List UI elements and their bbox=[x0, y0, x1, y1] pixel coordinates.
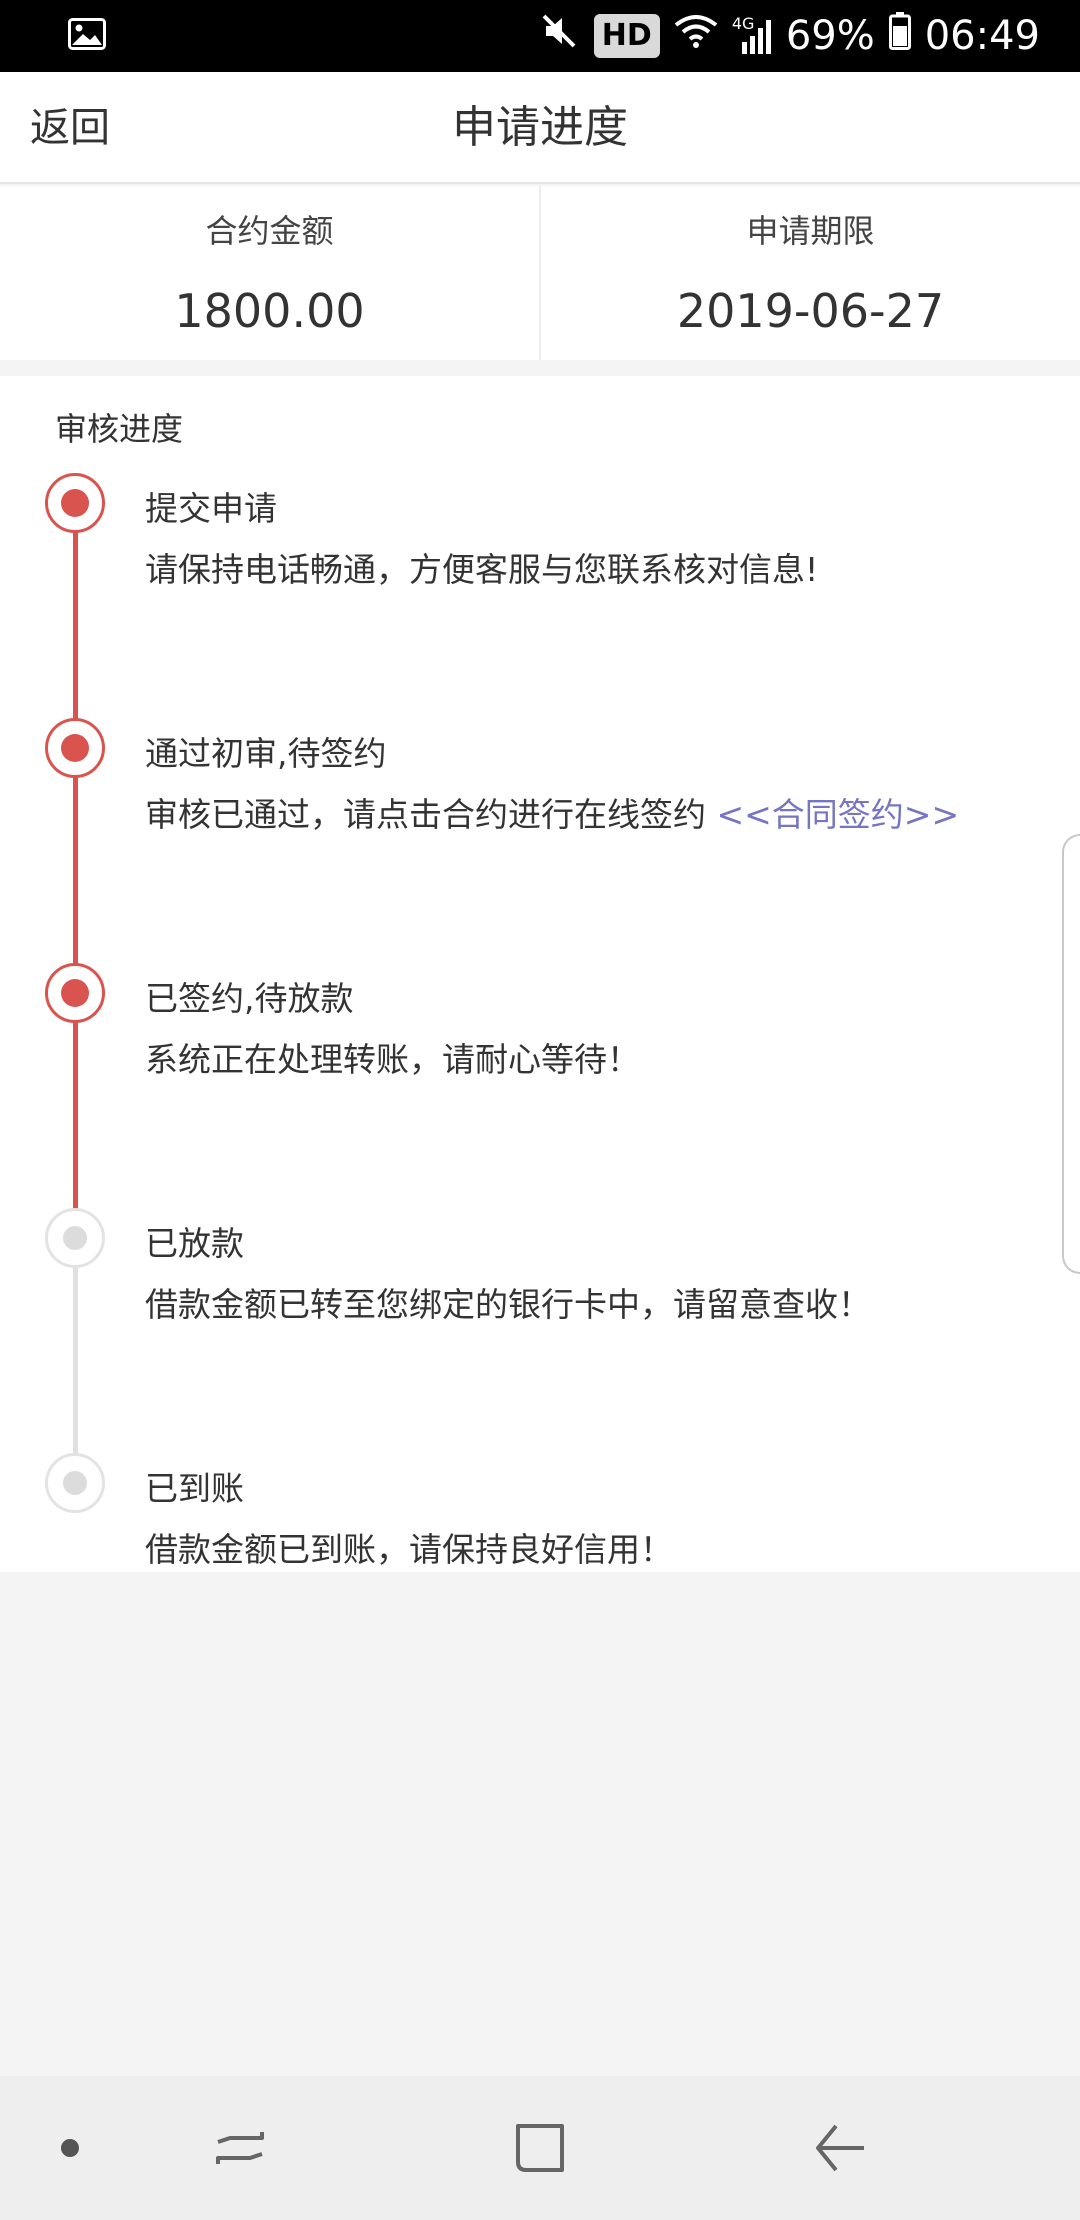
cellular-signal-icon: 4G bbox=[732, 14, 772, 56]
back-arrow-icon[interactable] bbox=[780, 2076, 900, 2220]
period-value: 2019-06-27 bbox=[676, 284, 945, 338]
step-node-done bbox=[45, 718, 105, 778]
step-title: 已签约,待放款 bbox=[145, 979, 354, 1018]
timeline-segment-done bbox=[73, 994, 78, 1212]
step-title: 提交申请 bbox=[145, 489, 277, 528]
battery-icon bbox=[888, 12, 911, 60]
mute-icon bbox=[540, 11, 580, 61]
period-summary: 申请期限 2019-06-27 bbox=[539, 186, 1080, 360]
page-title: 申请进度 bbox=[452, 102, 628, 153]
amount-value: 1800.00 bbox=[174, 284, 365, 338]
contract-summary: 合约金额 1800.00 申请期限 2019-06-27 bbox=[0, 186, 1080, 360]
edge-panel-handle[interactable] bbox=[1062, 834, 1080, 1274]
system-navigation-bar bbox=[0, 2076, 1080, 2220]
amount-label: 合约金额 bbox=[205, 212, 334, 250]
gallery-notification-icon bbox=[68, 18, 106, 54]
home-icon[interactable] bbox=[480, 2076, 600, 2220]
step-node-pending bbox=[45, 1208, 105, 1268]
step-description: 系统正在处理转账，请耐心等待！ bbox=[145, 1040, 640, 1079]
step-title: 已放款 bbox=[145, 1224, 244, 1263]
top-nav-header: 返回 申请进度 bbox=[0, 72, 1080, 184]
hd-badge: HD bbox=[593, 14, 660, 58]
step-description: 请保持电话畅通，方便客服与您联系核对信息! bbox=[145, 550, 819, 589]
amount-summary: 合约金额 1800.00 bbox=[0, 186, 539, 360]
section-title: 审核进度 bbox=[55, 410, 184, 448]
battery-percent: 69% bbox=[785, 13, 875, 59]
step-node-pending bbox=[45, 1453, 105, 1513]
period-label: 申请期限 bbox=[746, 212, 875, 250]
step-title: 已到账 bbox=[145, 1469, 244, 1508]
step-description: 借款金额已到账，请保持良好信用！ bbox=[145, 1530, 673, 1569]
review-progress-section: 审核进度 提交申请 请保持电话畅通，方便客服与您联系核对信息! 通过初审,待签约… bbox=[0, 376, 1080, 1572]
status-bar: HD 4G 69% 06:49 bbox=[0, 0, 1080, 72]
recent-apps-icon[interactable] bbox=[180, 2076, 300, 2220]
step-node-done bbox=[45, 963, 105, 1023]
step-node-done bbox=[45, 473, 105, 533]
step-title: 通过初审,待签约 bbox=[145, 734, 387, 773]
step-description: 借款金额已转至您绑定的银行卡中，请留意查收！ bbox=[145, 1285, 871, 1324]
contract-sign-link[interactable]: <<合同签约>> bbox=[717, 795, 960, 834]
step-description: 审核已通过，请点击合约进行在线签约 <<合同签约>> bbox=[145, 788, 959, 836]
wifi-icon bbox=[674, 13, 718, 59]
clock: 06:49 bbox=[924, 13, 1040, 59]
dot-icon[interactable] bbox=[30, 2076, 110, 2220]
timeline-segment-done bbox=[73, 504, 78, 722]
timeline-segment-pending bbox=[73, 1239, 78, 1457]
timeline-segment-done bbox=[73, 749, 78, 967]
step-description-text: 审核已通过，请点击合约进行在线签约 bbox=[145, 795, 717, 834]
